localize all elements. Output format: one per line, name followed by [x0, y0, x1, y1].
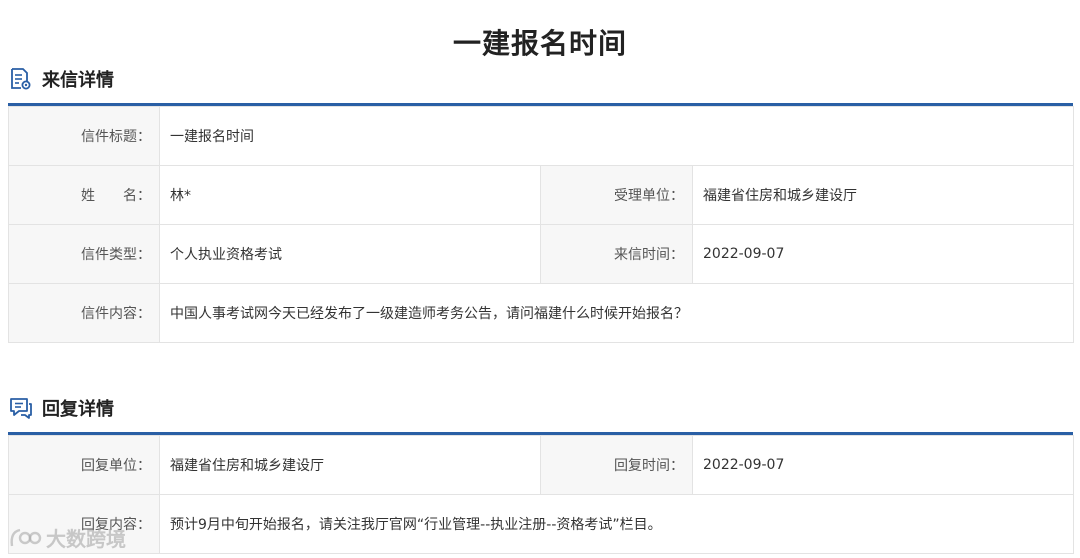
- table-row: 回复内容： 预计9月中旬开始报名，请关注我厅官网“行业管理--执业注册--资格考…: [8, 494, 1074, 554]
- handling-dept-label: 受理单位：: [540, 165, 693, 225]
- sender-name-label: 姓 名：: [8, 165, 160, 225]
- reply-unit-value: 福建省住房和城乡建设厅: [159, 435, 541, 495]
- reply-section-heading: 回复详情: [42, 399, 114, 420]
- letter-section-heading: 来信详情: [42, 70, 114, 91]
- letter-details-table: 信件标题： 一建报名时间 姓 名： 林* 受理单位： 福建省住房和城乡建设厅 信…: [8, 106, 1075, 343]
- table-row: 信件内容： 中国人事考试网今天已经发布了一级建造师考务公告，请问福建什么时候开始…: [8, 283, 1075, 343]
- reply-time-value: 2022-09-07: [692, 435, 1074, 495]
- chat-bubble-icon: [8, 396, 32, 420]
- letter-content-value: 中国人事考试网今天已经发布了一级建造师考务公告，请问福建什么时候开始报名？: [158, 283, 1075, 343]
- letter-time-label: 来信时间：: [540, 224, 693, 284]
- table-row: 姓 名： 林* 受理单位： 福建省住房和城乡建设厅: [8, 165, 1075, 225]
- letter-section-header: 来信详情: [8, 66, 114, 92]
- handling-dept-value: 福建省住房和城乡建设厅: [691, 165, 1075, 225]
- document-icon: [8, 67, 32, 91]
- letter-content-label: 信件内容：: [8, 283, 160, 343]
- letter-title-value: 一建报名时间: [158, 106, 1075, 166]
- table-row: 信件标题： 一建报名时间: [8, 106, 1075, 166]
- reply-content-value: 预计9月中旬开始报名，请关注我厅官网“行业管理--执业注册--资格考试”栏目。: [159, 494, 1074, 554]
- reply-time-label: 回复时间：: [540, 435, 693, 495]
- letter-type-value: 个人执业资格考试: [159, 224, 541, 284]
- letter-title-label: 信件标题：: [8, 106, 160, 166]
- table-row: 信件类型： 个人执业资格考试 来信时间： 2022-09-07: [8, 224, 1075, 284]
- letter-type-label: 信件类型：: [8, 224, 160, 284]
- reply-section-header: 回复详情: [8, 395, 114, 421]
- sender-name-value: 林*: [159, 165, 541, 225]
- reply-content-label: 回复内容：: [8, 494, 160, 554]
- reply-unit-label: 回复单位：: [8, 435, 160, 495]
- table-row: 回复单位： 福建省住房和城乡建设厅 回复时间： 2022-09-07: [8, 435, 1074, 495]
- letter-time-value: 2022-09-07: [691, 224, 1075, 284]
- reply-details-table: 回复单位： 福建省住房和城乡建设厅 回复时间： 2022-09-07 回复内容：…: [8, 435, 1074, 554]
- page-title: 一建报名时间: [452, 27, 627, 60]
